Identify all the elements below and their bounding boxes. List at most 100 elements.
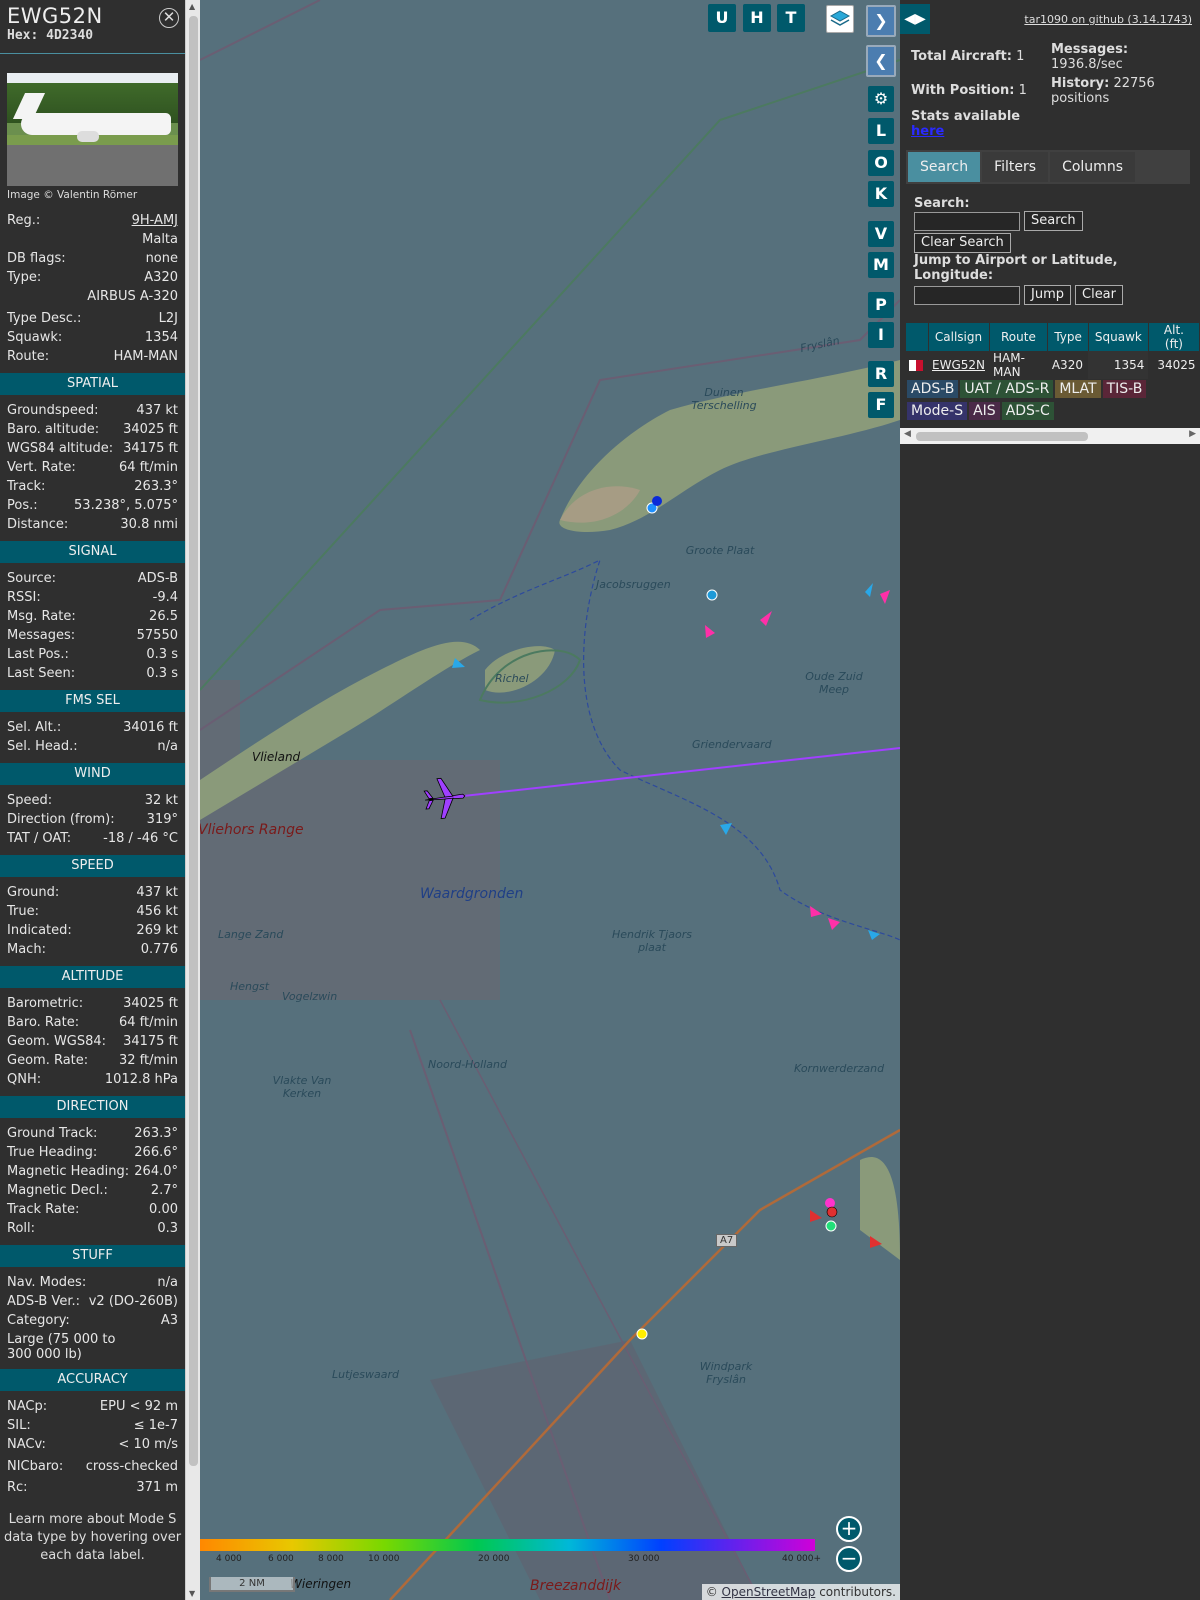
info-row: TAT / OAT: -18 / -46 °C — [7, 829, 178, 848]
info-label: Last Seen: — [7, 666, 76, 681]
color-scale-label: 6 000 — [268, 1554, 294, 1564]
info-row: Ground Track: 263.3° — [7, 1124, 178, 1143]
search-form: Search: Search Clear Search Jump to Airp… — [914, 196, 1194, 305]
col-altitude[interactable]: Alt. (ft) — [1148, 323, 1200, 351]
jump-input[interactable] — [914, 285, 1020, 305]
side-button-v[interactable]: V — [868, 221, 894, 247]
chevron-right-icon[interactable]: ❯ — [866, 5, 896, 37]
registration-link[interactable]: 9H-AMJ — [132, 213, 178, 228]
side-button-o[interactable]: O — [868, 150, 894, 176]
info-row: Groundspeed: 437 kt — [7, 401, 178, 420]
info-label: NICbaro: — [7, 1458, 64, 1474]
map-canvas[interactable] — [200, 0, 900, 1600]
detail-sections: SPATIAL Groundspeed: 437 kt Baro. altitude:… — [0, 373, 185, 1497]
osm-link[interactable]: OpenStreetMap — [722, 1585, 816, 1599]
section-rows: Groundspeed: 437 kt Baro. altitude: 34025 f… — [0, 401, 185, 534]
photo-credit: Image © Valentin Römer — [7, 189, 138, 201]
section-rows: Ground Track: 263.3° True Heading: 266.6° Ma… — [0, 1124, 185, 1238]
messages-value: 1936.8/sec — [1051, 57, 1123, 72]
side-button-p[interactable]: P — [868, 292, 894, 318]
tab-filters[interactable]: Filters — [982, 152, 1049, 182]
info-value: 266.6° — [134, 1145, 178, 1160]
info-value: A3 — [160, 1313, 178, 1328]
section-header-stuff: STUFF — [0, 1245, 185, 1267]
search-input[interactable] — [914, 211, 1020, 231]
color-scale-label: 10 000 — [368, 1554, 400, 1564]
source-tag-ais: AIS — [969, 402, 1000, 420]
info-row: Distance: 30.8 nmi — [7, 515, 178, 534]
map-label: Oude Zuid Meep — [805, 670, 863, 696]
info-label: Category: — [7, 1313, 70, 1328]
history-label: History: — [1051, 76, 1110, 91]
map-view[interactable]: 4 000 6 000 8 000 10 000 20 000 30 000 40 000+… — [200, 0, 900, 1600]
info-label: Vert. Rate: — [7, 460, 76, 475]
map-label: Griendervaard — [692, 738, 772, 751]
info-label: Geom. WGS84: — [7, 1034, 107, 1049]
info-value: 32 ft/min — [118, 1053, 178, 1068]
tab-columns[interactable]: Columns — [1050, 152, 1135, 182]
tab-search[interactable]: Search — [908, 152, 981, 182]
clear-search-button[interactable]: Clear Search — [914, 233, 1011, 253]
info-label: Roll: — [7, 1221, 36, 1236]
info-label: ADS-B Ver.: — [7, 1294, 80, 1309]
info-row: Vert. Rate: 64 ft/min — [7, 458, 178, 477]
layer-button-h[interactable]: H — [743, 4, 771, 32]
aircraft-photo[interactable] — [7, 73, 178, 186]
expand-collapse-icon[interactable]: ◀▶ — [900, 4, 930, 34]
detail-scrollbar[interactable]: ▲ ▼ — [185, 0, 200, 1600]
side-button-f[interactable]: F — [868, 392, 894, 418]
map-label: Waardgronden — [420, 886, 524, 902]
info-value: 34025 ft — [123, 422, 178, 437]
side-button-k[interactable]: K — [868, 181, 894, 207]
with-position-value: 1 — [1018, 83, 1027, 98]
zoom-in-button[interactable]: + — [836, 1516, 862, 1542]
info-value: 30.8 nmi — [120, 517, 178, 532]
map-attribution: © OpenStreetMap contributors. — [701, 1584, 900, 1600]
info-value: 269 kt — [136, 923, 178, 938]
info-row: Magnetic Decl.: 2.7° — [7, 1181, 178, 1200]
col-type[interactable]: Type — [1047, 323, 1089, 351]
layer-button-t[interactable]: T — [777, 4, 805, 32]
section-header-accuracy: ACCURACY — [0, 1369, 185, 1391]
info-label: Msg. Rate: — [7, 609, 76, 624]
scrollbar-thumb[interactable] — [189, 16, 198, 1466]
layer-button-u[interactable]: U — [708, 4, 736, 32]
table-row[interactable]: EWG52N HAM-MAN A320 1354 34025 — [906, 351, 1200, 379]
zoom-out-button[interactable]: − — [836, 1546, 862, 1572]
stats-link[interactable]: here — [911, 124, 944, 139]
total-aircraft-label: Total Aircraft: — [911, 49, 1012, 64]
gear-icon[interactable]: ⚙ — [868, 86, 894, 112]
side-button-r[interactable]: R — [868, 361, 894, 387]
info-label: Pos.: — [7, 498, 38, 513]
chevron-left-icon[interactable]: ❮ — [866, 45, 896, 77]
info-label: Groundspeed: — [7, 403, 99, 418]
info-value: n/a — [157, 1275, 178, 1290]
search-button[interactable]: Search — [1024, 211, 1083, 231]
info-row: Direction (from): 319° — [7, 810, 178, 829]
col-squawk[interactable]: Squawk — [1088, 323, 1149, 351]
side-button-m[interactable]: M — [868, 252, 894, 278]
col-callsign[interactable]: Callsign — [928, 323, 990, 351]
row-callsign[interactable]: EWG52N — [928, 351, 989, 379]
info-value: 64 ft/min — [118, 1015, 178, 1030]
clear-jump-button[interactable]: Clear — [1075, 285, 1123, 305]
col-route[interactable]: Route — [989, 323, 1049, 351]
info-row: Magnetic Heading: 264.0° — [7, 1162, 178, 1181]
info-label: WGS84 altitude: — [7, 441, 114, 456]
info-label: Mach: — [7, 942, 46, 957]
jump-button[interactable]: Jump — [1024, 285, 1071, 305]
github-link[interactable]: tar1090 on github (3.14.1743) — [1024, 13, 1192, 26]
info-value: 2.7° — [150, 1183, 178, 1198]
hex-value: 4D2340 — [46, 28, 94, 43]
layers-icon[interactable] — [826, 5, 854, 33]
info-label: Sel. Alt.: — [7, 720, 62, 735]
hscroll-thumb[interactable] — [916, 432, 1088, 441]
source-tag-uat-ads-r: UAT / ADS-R — [960, 380, 1054, 398]
info-label: Track Rate: — [7, 1202, 80, 1217]
info-row: True Heading: 266.6° — [7, 1143, 178, 1162]
table-horizontal-scrollbar[interactable]: ◀ ▶ — [900, 428, 1200, 444]
close-icon[interactable]: ✕ — [159, 8, 179, 28]
side-button-l[interactable]: L — [868, 118, 894, 144]
side-button-i[interactable]: I — [868, 322, 894, 348]
col-flag[interactable] — [906, 323, 929, 351]
